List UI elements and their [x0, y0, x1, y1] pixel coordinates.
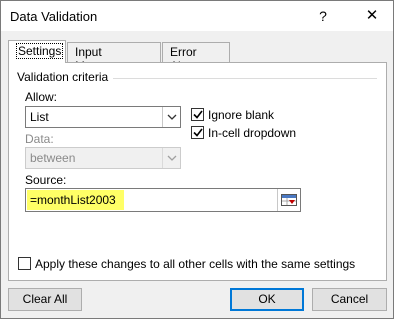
ok-button[interactable]: OK [230, 288, 304, 311]
allow-select[interactable]: List [25, 106, 181, 128]
apply-all-label[interactable]: Apply these changes to all other cells w… [35, 257, 355, 271]
data-validation-dialog: Data Validation ? ✕ Settings Input Messa… [0, 0, 394, 319]
range-selector-icon [281, 194, 297, 206]
allow-label: Allow: [25, 90, 57, 104]
source-input-value: =monthList2003 [30, 193, 116, 207]
close-button[interactable]: ✕ [357, 5, 387, 27]
clear-all-button[interactable]: Clear All [8, 288, 82, 311]
cancel-button[interactable]: Cancel [312, 288, 387, 311]
allow-label-text: Allow: [25, 90, 58, 104]
collapse-dialog-button[interactable] [277, 189, 300, 211]
ignore-blank-checkbox[interactable] [191, 108, 204, 121]
chevron-down-icon [162, 148, 180, 168]
tab-settings[interactable]: Settings [8, 40, 66, 63]
source-input[interactable]: =monthList2003 [25, 188, 301, 212]
validation-criteria-heading: Validation criteria [17, 70, 109, 84]
ignore-blank-label[interactable]: Ignore blank [208, 108, 274, 122]
data-select[interactable]: between [25, 147, 181, 169]
tab-input-message[interactable]: Input Message [67, 42, 161, 73]
source-label: Source: [25, 173, 67, 187]
settings-panel [8, 62, 387, 281]
data-label: Data: [25, 132, 54, 146]
help-button[interactable]: ? [311, 5, 335, 27]
allow-select-value: List [30, 110, 49, 124]
tab-settings-label: Settings [16, 43, 64, 59]
in-cell-dropdown-label[interactable]: In-cell dropdown [208, 126, 296, 140]
checkmark-icon [192, 128, 203, 137]
checkmark-icon [192, 110, 203, 119]
data-select-value: between [30, 151, 76, 165]
title-bar: Data Validation ? ✕ [1, 1, 393, 31]
apply-all-checkbox[interactable] [18, 257, 31, 270]
tab-error-alert[interactable]: Error Alert [162, 42, 230, 73]
in-cell-dropdown-checkbox[interactable] [191, 126, 204, 139]
chevron-down-icon[interactable] [162, 107, 180, 127]
group-divider [113, 78, 377, 79]
dialog-title: Data Validation [10, 9, 98, 24]
